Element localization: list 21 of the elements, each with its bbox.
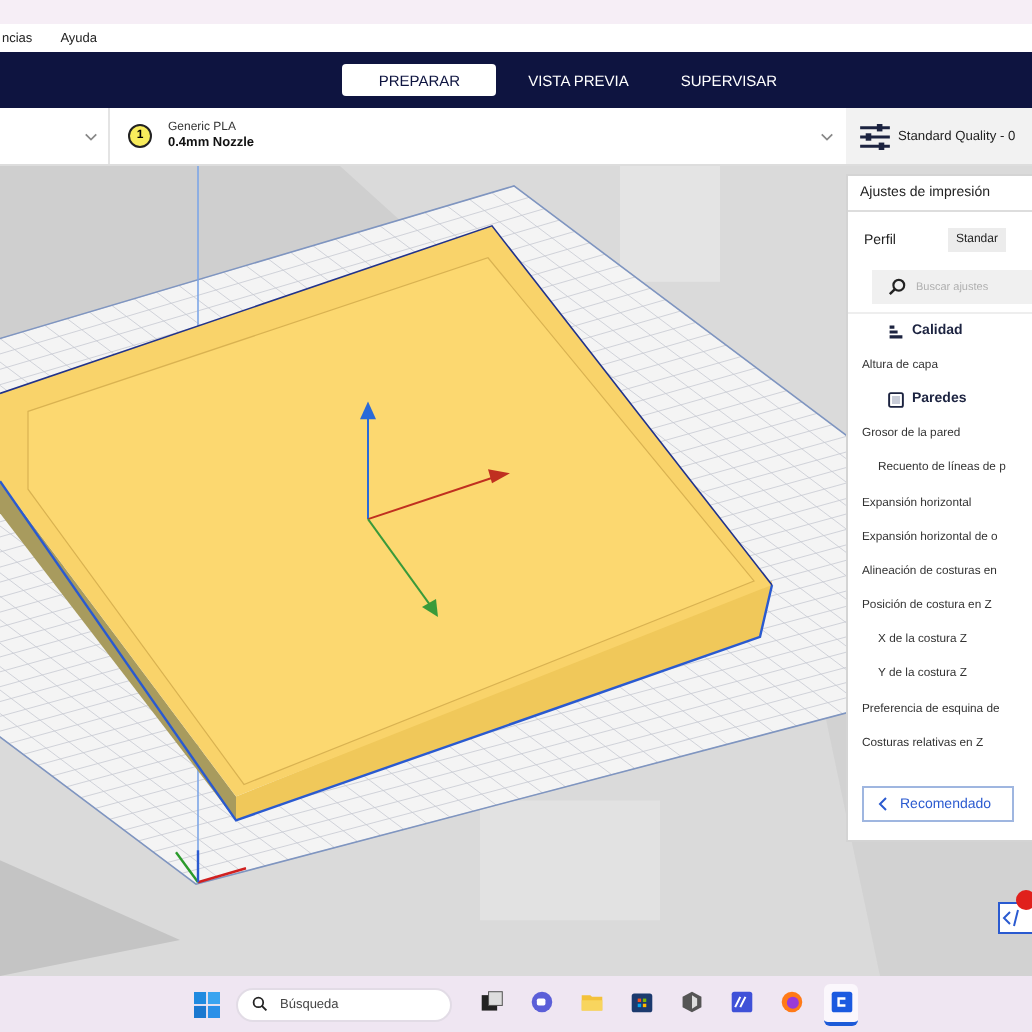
layers-icon (888, 323, 904, 340)
chevron-down-icon[interactable] (820, 131, 834, 141)
code-button-icon[interactable] (998, 890, 1032, 934)
folder-icon (579, 990, 603, 1014)
windows-start-icon[interactable] (194, 991, 220, 1017)
search-icon (252, 996, 268, 1012)
browser-icon (779, 990, 803, 1014)
chat-icon (529, 990, 553, 1014)
sliders-icon (860, 123, 890, 149)
store-icon (629, 990, 653, 1014)
app-logo-icon (829, 990, 853, 1014)
chevron-left-icon (878, 796, 888, 812)
hexagon-icon (679, 990, 703, 1014)
windows-icon (479, 990, 503, 1014)
origin-axes-icon (175, 850, 247, 884)
walls-icon (888, 391, 904, 408)
search-icon (888, 278, 906, 296)
chevron-down-icon[interactable] (84, 131, 98, 141)
move-gizmo-icon (360, 401, 510, 617)
taskbar-app-button[interactable] (824, 983, 858, 1025)
slash-icon (729, 990, 753, 1014)
